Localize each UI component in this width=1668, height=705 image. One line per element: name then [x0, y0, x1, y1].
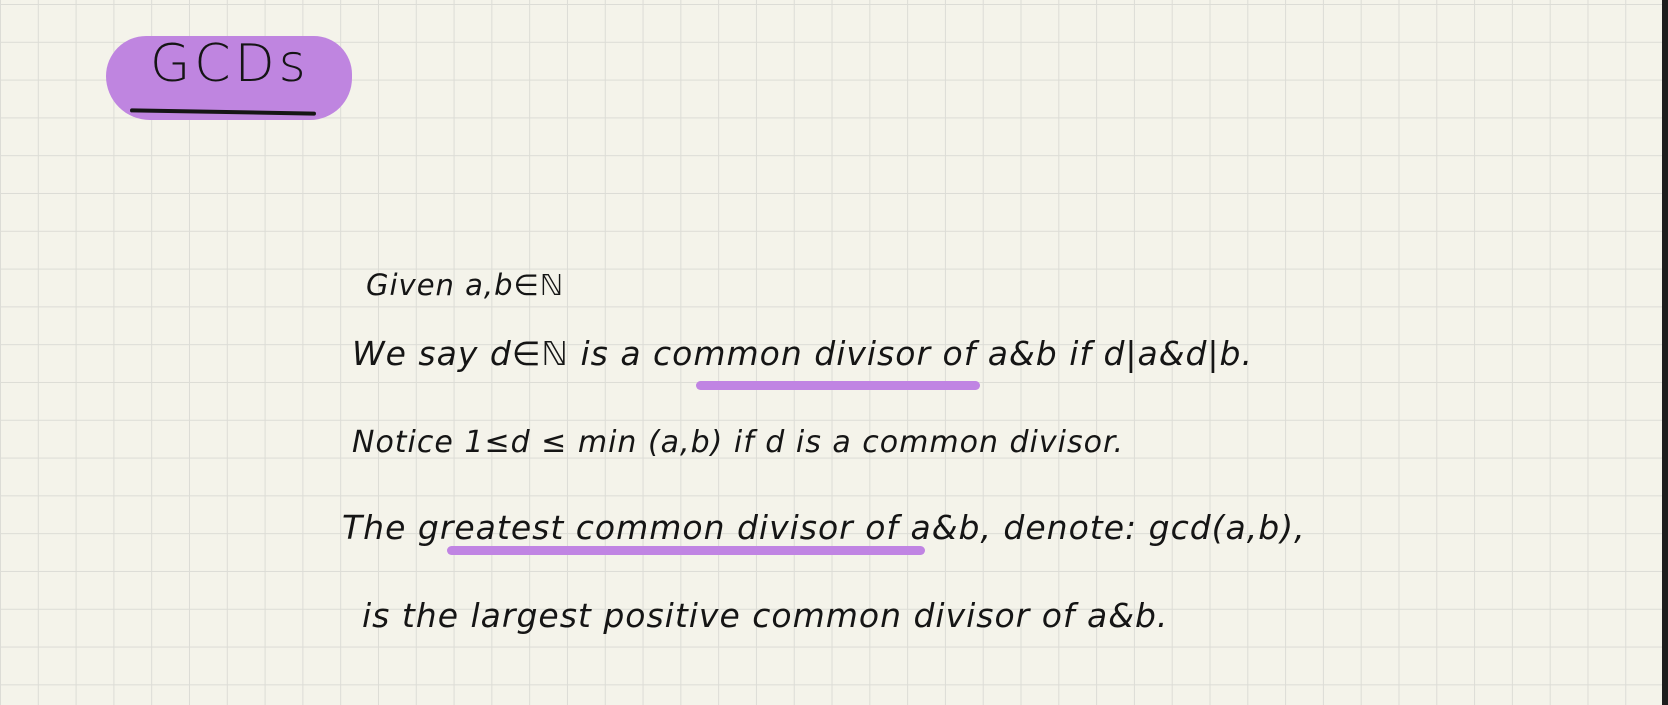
- notebook-page: GCDs Given a,b∈ℕ We say d∈ℕ is a common …: [0, 0, 1668, 705]
- window-edge: [1662, 0, 1668, 705]
- highlight-common-divisor: [696, 381, 980, 390]
- note-line-largest: is the largest positive common divisor o…: [362, 596, 1169, 635]
- highlight-greatest-common-divisor: [447, 546, 925, 555]
- page-title: GCDs: [150, 34, 310, 94]
- note-line-notice: Notice 1≤d ≤ min (a,b) if d is a common …: [352, 425, 1125, 460]
- note-line-gcd: The greatest common divisor of a&b, deno…: [342, 508, 1306, 547]
- note-line-definition: We say d∈ℕ is a common divisor of a&b if…: [352, 334, 1253, 373]
- note-line-given: Given a,b∈ℕ: [366, 268, 565, 302]
